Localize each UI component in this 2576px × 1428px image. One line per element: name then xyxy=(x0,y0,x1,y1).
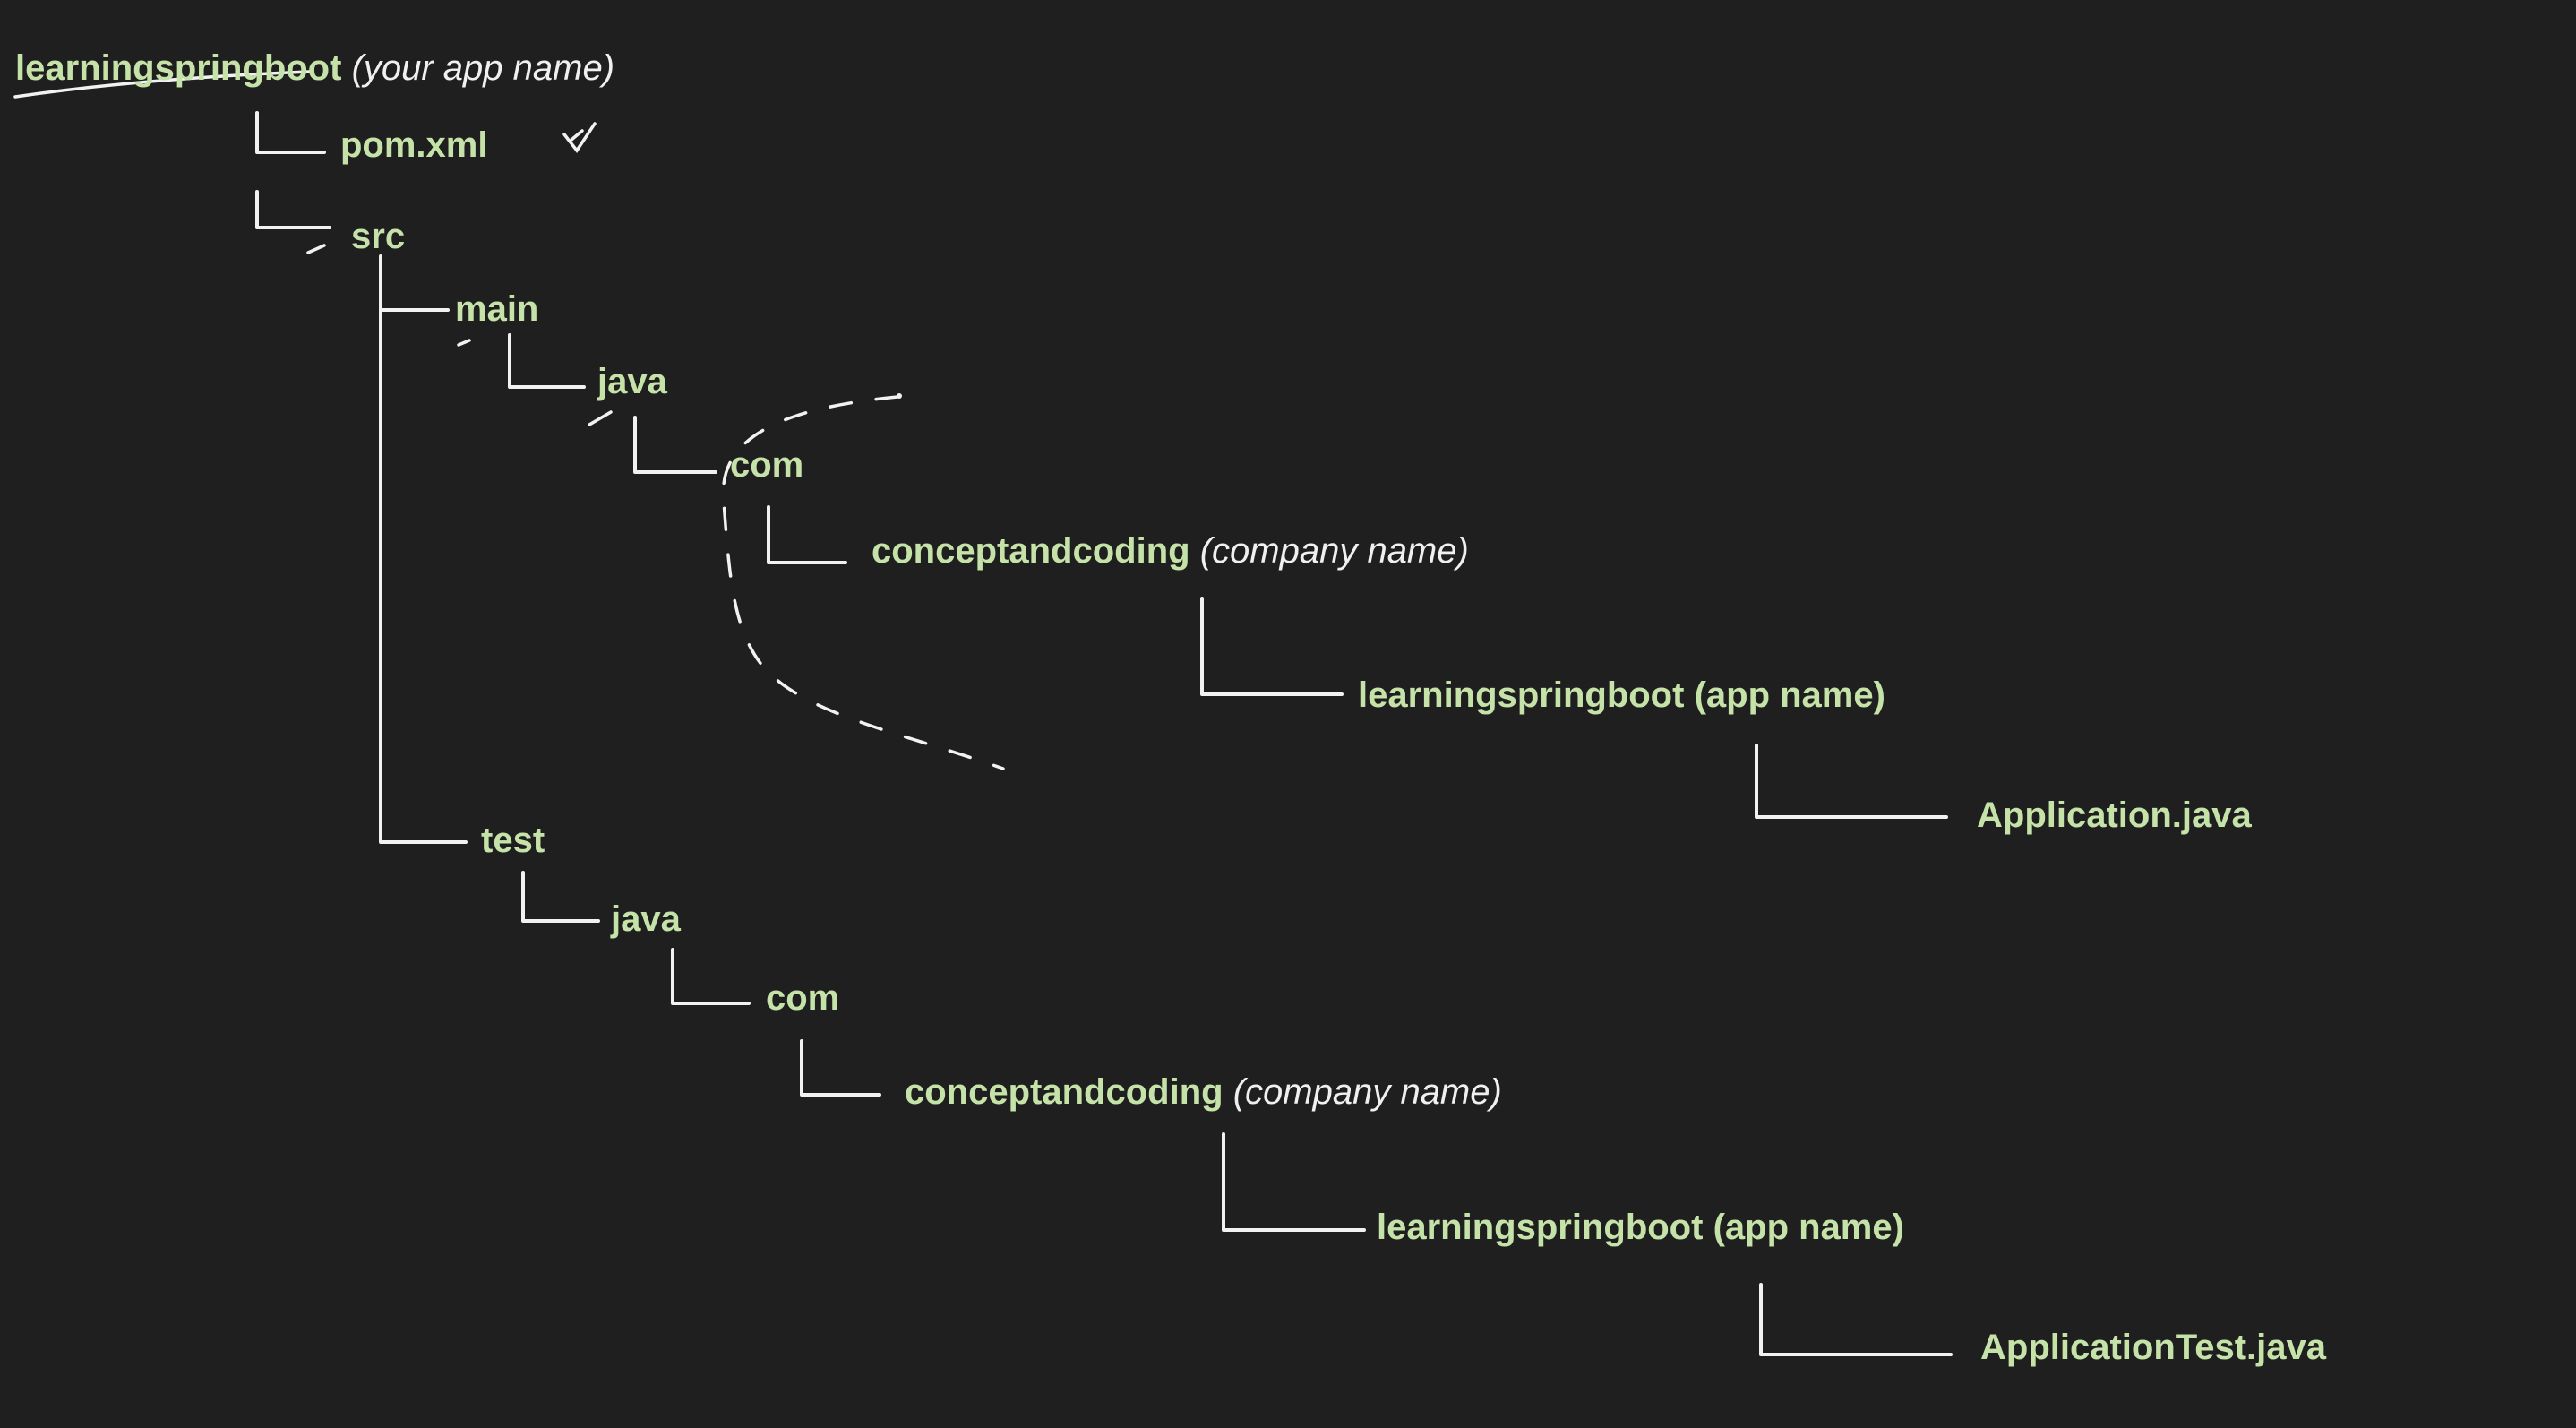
node-test-app-name: learningspringboot xyxy=(1377,1208,1704,1247)
node-test-com: com xyxy=(766,976,839,1019)
node-test-java-name: java xyxy=(611,899,681,939)
tick-mark-main xyxy=(457,339,471,347)
node-test-app-note: (app name) xyxy=(1713,1208,1904,1247)
connector-main-company xyxy=(767,505,847,564)
node-pom-name: pom.xml xyxy=(340,125,488,165)
node-pom: pom.xml xyxy=(340,124,487,167)
checkmark-icon xyxy=(562,122,597,153)
node-main-app-name: learningspringboot xyxy=(1358,675,1685,715)
node-main: main xyxy=(455,288,538,331)
node-root-name: learningspringboot xyxy=(15,48,342,88)
tick-mark-src xyxy=(306,244,326,254)
connector-main-java xyxy=(508,333,586,389)
connector-test-file xyxy=(1759,1283,1953,1356)
node-test-app: learningspringboot (app name) xyxy=(1377,1206,1904,1249)
node-main-file: Application.java xyxy=(1977,794,2252,837)
node-test-company-note: (company name) xyxy=(1232,1072,1502,1112)
node-src: src xyxy=(351,215,405,258)
tick-mark-java xyxy=(588,410,613,426)
node-main-java-name: java xyxy=(597,362,667,401)
node-main-app: learningspringboot (app name) xyxy=(1358,674,1885,717)
node-main-company-name: conceptandcoding xyxy=(872,531,1190,571)
node-root: learningspringboot (your app name) xyxy=(15,47,614,90)
connector-test-company xyxy=(800,1039,881,1097)
node-main-company: conceptandcoding (company name) xyxy=(872,529,1469,572)
node-test-company-name: conceptandcoding xyxy=(905,1072,1224,1112)
node-test-com-name: com xyxy=(766,978,840,1018)
connector-main-app xyxy=(1200,597,1344,696)
connector-main-com xyxy=(633,416,717,474)
node-main-file-name: Application.java xyxy=(1977,796,2252,835)
node-test-company: conceptandcoding (company name) xyxy=(905,1071,1502,1114)
connector-test-com xyxy=(671,948,751,1005)
node-main-name: main xyxy=(455,289,539,329)
node-test-file: ApplicationTest.java xyxy=(1980,1326,2326,1369)
node-root-note: (your app name) xyxy=(351,48,615,88)
connector-pom xyxy=(255,111,326,154)
connector-src xyxy=(255,190,331,229)
folder-structure-diagram: learningspringboot (your app name) pom.x… xyxy=(0,0,2576,1428)
connector-src-trunk xyxy=(379,254,468,844)
node-main-com-name: com xyxy=(730,445,804,485)
connector-test-app xyxy=(1222,1132,1366,1232)
node-test: test xyxy=(481,819,545,862)
node-main-app-note: (app name) xyxy=(1694,675,1885,715)
node-main-com: com xyxy=(730,443,803,486)
connector-test-java xyxy=(521,871,600,923)
node-main-company-note: (company name) xyxy=(1199,531,1469,571)
node-main-java: java xyxy=(597,360,667,403)
node-test-file-name: ApplicationTest.java xyxy=(1980,1328,2327,1367)
node-src-name: src xyxy=(351,217,406,256)
node-test-name: test xyxy=(481,821,545,860)
curve-dot xyxy=(897,393,902,399)
node-test-java: java xyxy=(611,898,681,941)
connector-main-file xyxy=(1755,744,1948,819)
